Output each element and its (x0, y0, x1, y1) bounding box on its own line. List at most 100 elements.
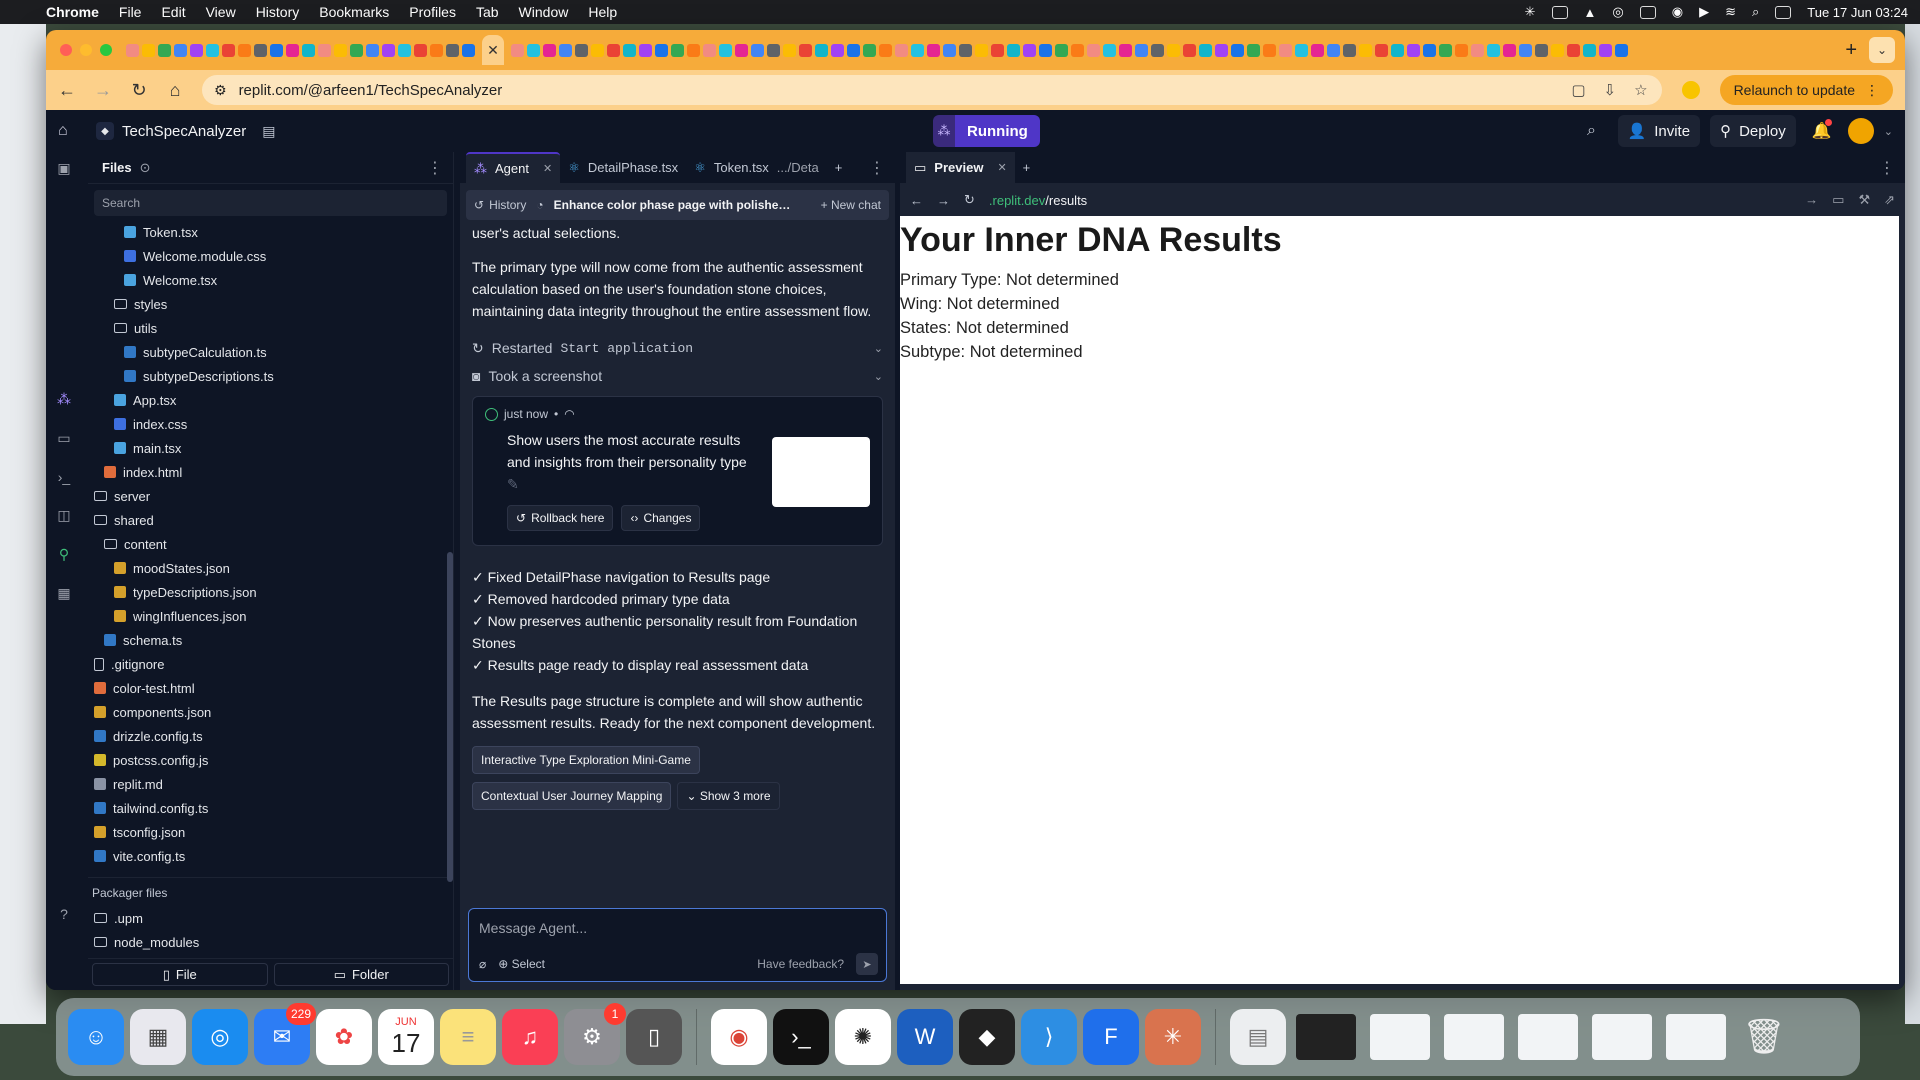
drive-icon[interactable]: ▲ (1584, 5, 1597, 20)
file-row[interactable]: postcss.config.js (88, 748, 453, 772)
help-icon[interactable]: ? (60, 906, 68, 922)
pinned-tab-favicon[interactable] (1023, 43, 1036, 57)
vscode-icon[interactable]: ⟩ (1021, 1009, 1077, 1065)
restart-step[interactable]: ↻ Restarted Start application ⌄ (472, 334, 883, 362)
pinned-tab-favicon[interactable] (895, 43, 908, 57)
zoom-window-button[interactable] (100, 44, 112, 56)
pinned-tab-favicon[interactable] (559, 43, 572, 57)
pinned-tab-favicon[interactable] (1215, 43, 1228, 57)
file-row[interactable]: drizzle.config.ts (88, 724, 453, 748)
pinned-tab-favicon[interactable] (687, 43, 700, 57)
new-tab-button[interactable]: + (1845, 39, 1857, 62)
pinned-tab-favicon[interactable] (767, 43, 780, 57)
folder-row[interactable]: server (88, 484, 453, 508)
pinned-tab-favicon[interactable] (799, 43, 812, 57)
project-name[interactable]: TechSpecAnalyzer (122, 123, 246, 140)
pinned-tab-favicon[interactable] (158, 43, 171, 57)
file-row[interactable]: App.tsx (88, 388, 453, 412)
folder-row[interactable]: content (88, 532, 453, 556)
pinned-tab-favicon[interactable] (511, 43, 524, 57)
close-window-button[interactable] (60, 44, 72, 56)
suggestion-chip[interactable]: Contextual User Journey Mapping (472, 782, 672, 810)
reload-icon[interactable]: ↻ (964, 192, 975, 208)
pinned-tab-favicon[interactable] (126, 43, 139, 57)
pinned-tab-favicon[interactable] (1471, 43, 1484, 57)
menu-bookmarks[interactable]: Bookmarks (319, 4, 389, 20)
invite-button[interactable]: 👤 Invite (1617, 115, 1701, 147)
files-menu-icon[interactable]: ⋮ (427, 158, 447, 178)
profile-avatar[interactable] (1679, 79, 1702, 101)
minimized-window[interactable] (1592, 1014, 1652, 1060)
menu-view[interactable]: View (206, 4, 236, 20)
cursor-icon[interactable]: ◆ (959, 1009, 1015, 1065)
pinned-tab-favicon[interactable] (1615, 43, 1628, 57)
safari-icon[interactable]: ◎ (192, 1009, 248, 1065)
menu-edit[interactable]: Edit (161, 4, 185, 20)
pinned-tab-favicon[interactable] (719, 43, 732, 57)
send-button[interactable]: ➤ (856, 953, 878, 975)
file-row[interactable]: Welcome.module.css (88, 244, 453, 268)
back-icon[interactable]: ← (910, 193, 923, 208)
pinned-tab-favicon[interactable] (1167, 43, 1180, 57)
file-row[interactable]: wingInfluences.json (88, 604, 453, 628)
menu-file[interactable]: File (119, 4, 142, 20)
menu-clock[interactable]: Tue 17 Jun 03:24 (1807, 5, 1908, 20)
pinned-tab-favicon[interactable] (703, 43, 716, 57)
pinned-tab-favicon[interactable] (1535, 43, 1548, 57)
pinned-tab-favicon[interactable] (1439, 43, 1452, 57)
pinned-tab-favicon[interactable] (270, 43, 283, 57)
pinned-tab-favicon[interactable] (1055, 43, 1068, 57)
add-tab-button[interactable]: + (827, 152, 851, 184)
pinned-tab-favicon[interactable] (1311, 43, 1324, 57)
screenshot-step[interactable]: ◙ Took a screenshot ⌄ (472, 362, 883, 390)
file-row[interactable]: schema.ts (88, 628, 453, 652)
pinned-tab-favicon[interactable] (1071, 43, 1084, 57)
select-element-button[interactable]: ⊕ Select (498, 957, 545, 971)
pinned-tab-favicon[interactable] (543, 43, 556, 57)
new-chat-button[interactable]: + New chat (821, 198, 881, 212)
menu-profiles[interactable]: Profiles (409, 4, 456, 20)
file-row[interactable]: main.tsx (88, 436, 453, 460)
folder-row[interactable]: .upm (88, 906, 453, 930)
minimize-window-button[interactable] (80, 44, 92, 56)
file-row[interactable]: vite.config.ts (88, 844, 453, 868)
tab-detailphase[interactable]: ⚛ DetailPhase.tsx (560, 152, 686, 184)
address-bar[interactable]: ⚙ replit.com/@arfeen1/TechSpecAnalyzer ▢… (202, 75, 1662, 105)
close-icon[interactable]: ✕ (997, 161, 1006, 174)
pinned-tab-favicon[interactable] (671, 43, 684, 57)
pinned-tab-favicon[interactable] (382, 43, 395, 57)
trash-icon[interactable]: 🗑 (1736, 1009, 1792, 1065)
system-settings-icon[interactable]: ⚙ 1 (564, 1003, 626, 1065)
pinned-tab-favicon[interactable] (238, 43, 251, 57)
active-tab-close-icon[interactable]: ✕ (482, 35, 504, 65)
windsurf-icon[interactable]: F (1083, 1009, 1139, 1065)
display-icon[interactable] (1551, 5, 1568, 19)
pinned-tab-favicon[interactable] (815, 43, 828, 57)
replit-home-icon[interactable]: ⌂ (58, 122, 76, 140)
run-options-icon[interactable]: ⁂ (933, 115, 955, 147)
address-url[interactable]: replit.com/@arfeen1/TechSpecAnalyzer (239, 82, 503, 99)
pinned-tab-favicon[interactable] (527, 43, 540, 57)
pinned-tab-favicon[interactable] (1583, 43, 1596, 57)
wifi-icon[interactable]: ≋ (1725, 4, 1736, 20)
pinned-tab-favicon[interactable] (655, 43, 668, 57)
notes-icon[interactable]: ≡ (440, 1009, 496, 1065)
calendar-icon[interactable]: JUN 17 (378, 1009, 434, 1065)
pinned-tab-favicon[interactable] (751, 43, 764, 57)
checkpoint-screenshot-thumbnail[interactable] (772, 437, 870, 507)
pinned-tab-favicon[interactable] (1007, 43, 1020, 57)
pinned-tab-favicon[interactable] (879, 43, 892, 57)
pinned-tab-favicon[interactable] (1375, 43, 1388, 57)
devtools-icon[interactable]: ⚒ (1858, 192, 1870, 208)
control-center-icon[interactable] (1775, 5, 1792, 19)
reading-icon[interactable]: ▢ (1571, 81, 1585, 99)
tab-agent[interactable]: ⁂ Agent ✕ (466, 151, 561, 184)
chevron-down-icon[interactable]: ⌄ (874, 342, 883, 355)
add-tab-button[interactable]: + (1015, 152, 1039, 184)
reload-icon[interactable]: ↻ (130, 80, 148, 101)
pinned-tab-favicon[interactable] (639, 43, 652, 57)
pinned-tab-favicon[interactable] (142, 43, 155, 57)
file-row[interactable]: components.json (88, 700, 453, 724)
file-row[interactable]: Token.tsx (88, 220, 453, 244)
minimized-window[interactable] (1370, 1014, 1430, 1060)
